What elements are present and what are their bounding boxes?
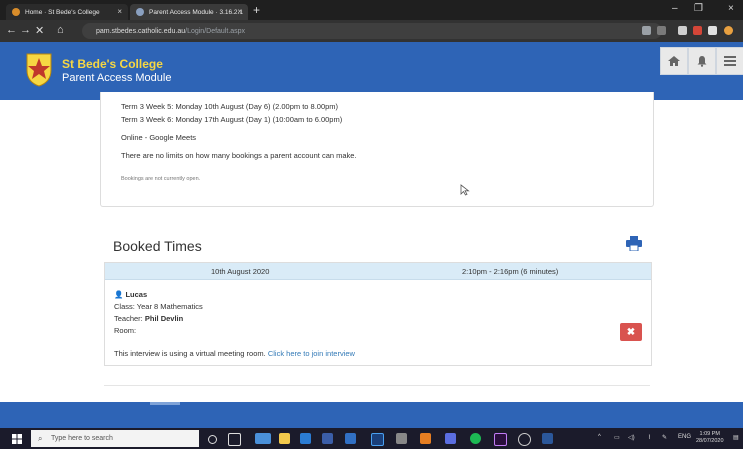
loading-icon — [136, 8, 144, 16]
crest-icon — [26, 53, 52, 87]
windows-taskbar: ⌕ Type here to search ^ ▭ ◁) ⌇ ✎ ENG 1:0… — [0, 428, 743, 449]
app-icon[interactable] — [445, 433, 456, 444]
app-icon[interactable] — [518, 433, 531, 446]
hamburger-icon — [724, 56, 736, 66]
new-tab-icon[interactable]: + — [253, 3, 260, 17]
footer-notch — [150, 402, 180, 405]
booking-card: 10th August 2020 2:10pm - 2:16pm (6 minu… — [104, 262, 652, 366]
battery-icon[interactable]: ▭ — [614, 434, 620, 441]
class-label: Class: — [114, 302, 135, 311]
print-icon[interactable] — [626, 236, 642, 251]
taskbar-clock[interactable]: 1:09 PM 28/07/2020 — [696, 431, 724, 445]
back-icon[interactable]: ← — [6, 24, 17, 36]
teacher-row: Teacher: Phil Devlin — [114, 314, 183, 323]
forward-icon[interactable]: → — [20, 24, 31, 36]
house-icon — [668, 56, 680, 66]
app-icon[interactable] — [322, 433, 333, 444]
favicon-icon — [12, 8, 20, 16]
file-explorer-icon[interactable] — [279, 433, 290, 444]
network-icon[interactable]: ⌇ — [648, 434, 651, 441]
word-icon[interactable] — [542, 433, 553, 444]
class-value: Year 8 Mathematics — [136, 302, 203, 311]
browser-tab-strip: Home · St Bede's College × Parent Access… — [0, 0, 743, 20]
cancel-booking-button[interactable]: ✖ — [620, 323, 642, 341]
info-line: Term 3 Week 6: Monday 17th August (Day 1… — [121, 115, 343, 124]
outlook-icon[interactable] — [300, 433, 311, 444]
extension-icon[interactable] — [693, 26, 702, 35]
info-line: Term 3 Week 5: Monday 10th August (Day 6… — [121, 102, 339, 111]
menu-button[interactable] — [716, 47, 743, 75]
teacher-label: Teacher: — [114, 314, 143, 323]
booked-times-heading: Booked Times — [113, 238, 202, 254]
close-tab-icon[interactable]: × — [117, 7, 122, 16]
task-view-icon[interactable] — [228, 433, 241, 446]
divider — [104, 385, 650, 386]
class-row: Class: Year 8 Mathematics — [114, 302, 203, 311]
chrome-icon[interactable] — [255, 433, 271, 444]
search-placeholder: Type here to search — [51, 435, 113, 442]
browser-tab-home[interactable]: Home · St Bede's College × — [6, 4, 128, 20]
virtual-room-text: This interview is using a virtual meetin… — [114, 349, 266, 358]
photoshop-icon[interactable] — [371, 433, 384, 446]
url-host: pam.stbedes.catholic.edu.au — [96, 27, 186, 35]
windows-start-icon[interactable] — [12, 434, 22, 444]
home-button[interactable] — [660, 47, 688, 75]
search-icon: ⌕ — [38, 433, 43, 443]
url-input[interactable]: pam.stbedes.catholic.edu.au /Login/Defau… — [82, 23, 662, 39]
browser-tab-pam[interactable]: Parent Access Module · 3.16.2.1 × — [130, 4, 248, 20]
notification-center-icon[interactable]: ▤ — [733, 434, 739, 441]
room-label: Room: — [114, 326, 137, 335]
tray-chevron-icon[interactable]: ^ — [598, 434, 601, 440]
teacher-value: Phil Devlin — [144, 314, 184, 323]
student-row: 👤 Lucas — [114, 290, 147, 299]
booking-time: 2:10pm - 2:16pm (6 minutes) — [462, 267, 559, 276]
minimize-icon[interactable]: – — [672, 3, 678, 14]
booking-card-header: 10th August 2020 2:10pm - 2:16pm (6 minu… — [105, 263, 651, 280]
pen-icon[interactable]: ✎ — [662, 434, 667, 441]
extension-icon[interactable] — [678, 26, 687, 35]
premiere-icon[interactable] — [494, 433, 507, 446]
booking-status: Bookings are not currently open. — [121, 176, 201, 182]
virtual-room-row: This interview is using a virtual meetin… — [114, 349, 355, 358]
booking-info-panel: Term 3 Week 5: Monday 10th August (Day 6… — [100, 92, 654, 207]
language-indicator[interactable]: ENG — [678, 434, 691, 440]
module-name: Parent Access Module — [62, 72, 172, 84]
url-path: /Login/Default.aspx — [185, 27, 246, 35]
spotify-icon[interactable] — [470, 433, 481, 444]
profile-avatar[interactable] — [724, 26, 733, 35]
browser-tab-title: Parent Access Module · 3.16.2.1 — [149, 8, 243, 16]
app-icon[interactable] — [420, 433, 431, 444]
info-line: Online - Google Meets — [121, 133, 197, 142]
close-window-icon[interactable]: × — [728, 3, 734, 14]
puzzle-icon[interactable] — [708, 26, 717, 35]
clock-time: 1:09 PM — [699, 431, 720, 437]
stop-icon[interactable]: ✕ — [35, 24, 44, 37]
close-tab-icon[interactable]: × — [237, 7, 242, 16]
star-icon[interactable] — [657, 26, 666, 35]
taskbar-search-input[interactable]: ⌕ Type here to search — [31, 430, 199, 447]
volume-icon[interactable]: ◁) — [628, 434, 635, 441]
site-footer — [0, 402, 743, 428]
home-icon[interactable]: ⌂ — [57, 24, 64, 36]
join-interview-link[interactable]: Click here to join interview — [268, 349, 355, 358]
clock-date: 28/07/2020 — [696, 438, 724, 444]
app-icon[interactable] — [345, 433, 356, 444]
browser-tab-title: Home · St Bede's College — [25, 8, 100, 16]
mouse-cursor-icon — [460, 184, 470, 196]
student-name: Lucas — [125, 290, 148, 299]
address-bar-row: ← → ✕ ⌂ pam.stbedes.catholic.edu.au /Log… — [0, 20, 743, 42]
cortana-icon[interactable] — [208, 435, 217, 444]
app-icon[interactable] — [396, 433, 407, 444]
maximize-icon[interactable]: ❐ — [694, 3, 703, 14]
info-line: There are no limits on how many bookings… — [121, 151, 357, 160]
key-icon[interactable] — [642, 26, 651, 35]
notifications-button[interactable] — [688, 47, 716, 75]
bell-icon — [697, 56, 707, 67]
school-name: St Bede's College — [62, 57, 163, 71]
booking-date: 10th August 2020 — [211, 267, 270, 276]
user-icon: 👤 — [114, 290, 124, 299]
